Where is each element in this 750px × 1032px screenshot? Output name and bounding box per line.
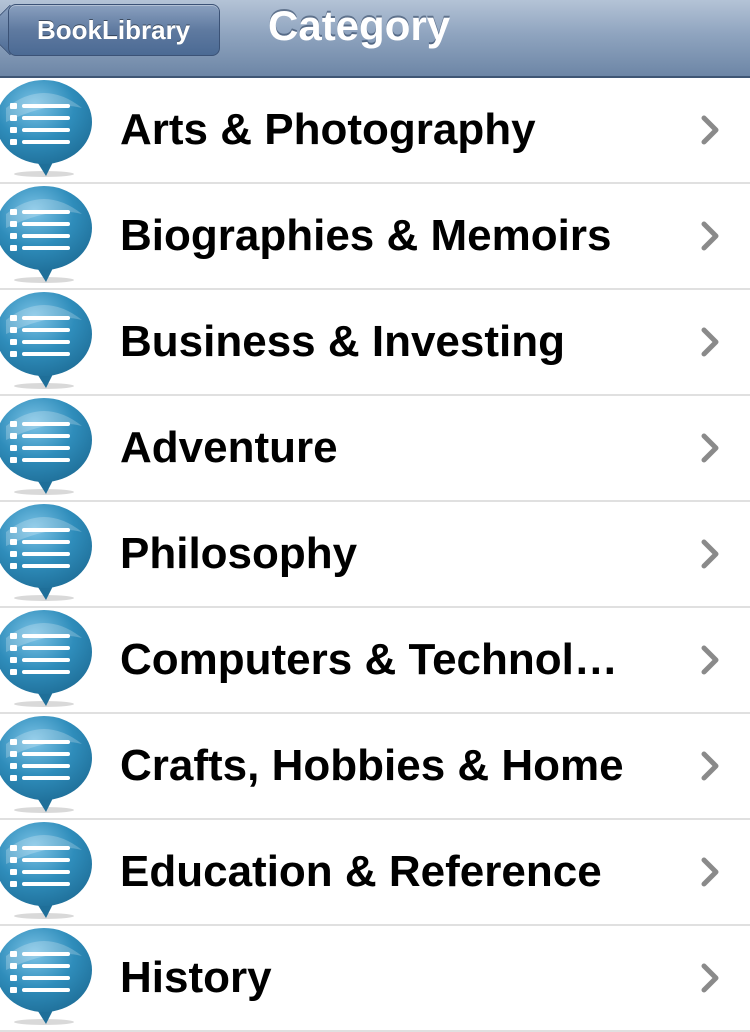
list-item[interactable]: Crafts, Hobbies & Home <box>0 714 750 820</box>
list-bubble-icon <box>0 186 92 283</box>
category-label: Education & Reference <box>120 847 602 896</box>
list-bubble-icon <box>0 80 92 177</box>
list-item[interactable]: Biographies & Memoirs <box>0 184 750 290</box>
chevron-right-icon <box>701 433 719 463</box>
list-item[interactable]: Computers & Technol… <box>0 608 750 714</box>
category-label: Business & Investing <box>120 317 566 366</box>
page-title: Category <box>268 2 451 49</box>
navigation-bar: BookLibrary Category <box>0 0 750 78</box>
chevron-right-icon <box>701 539 719 569</box>
chevron-right-icon <box>701 963 719 993</box>
list-bubble-icon <box>0 610 92 707</box>
list-bubble-icon <box>0 398 92 495</box>
list-item[interactable]: History <box>0 926 750 1032</box>
category-list: Arts & Photography Biographies & Memoirs… <box>0 78 750 1032</box>
list-bubble-icon <box>0 822 92 919</box>
back-button[interactable]: BookLibrary <box>8 4 220 56</box>
list-item[interactable]: Education & Reference <box>0 820 750 926</box>
category-label: Adventure <box>120 423 338 472</box>
category-label: History <box>120 953 272 1002</box>
list-item[interactable]: Business & Investing <box>0 290 750 396</box>
list-bubble-icon <box>0 716 92 813</box>
list-item[interactable]: Adventure <box>0 396 750 502</box>
chevron-right-icon <box>701 327 719 357</box>
category-label: Philosophy <box>120 529 358 578</box>
category-label: Arts & Photography <box>120 105 536 154</box>
list-item[interactable]: Arts & Photography <box>0 78 750 184</box>
chevron-right-icon <box>701 645 719 675</box>
category-label: Crafts, Hobbies & Home <box>120 741 624 790</box>
list-bubble-icon <box>0 928 92 1025</box>
list-item[interactable]: Philosophy <box>0 502 750 608</box>
chevron-right-icon <box>701 221 719 251</box>
list-bubble-icon <box>0 292 92 389</box>
category-label: Computers & Technol… <box>120 635 618 684</box>
list-bubble-icon <box>0 504 92 601</box>
chevron-right-icon <box>701 751 719 781</box>
category-label: Biographies & Memoirs <box>120 211 612 260</box>
chevron-right-icon <box>701 115 719 145</box>
chevron-right-icon <box>701 857 719 887</box>
